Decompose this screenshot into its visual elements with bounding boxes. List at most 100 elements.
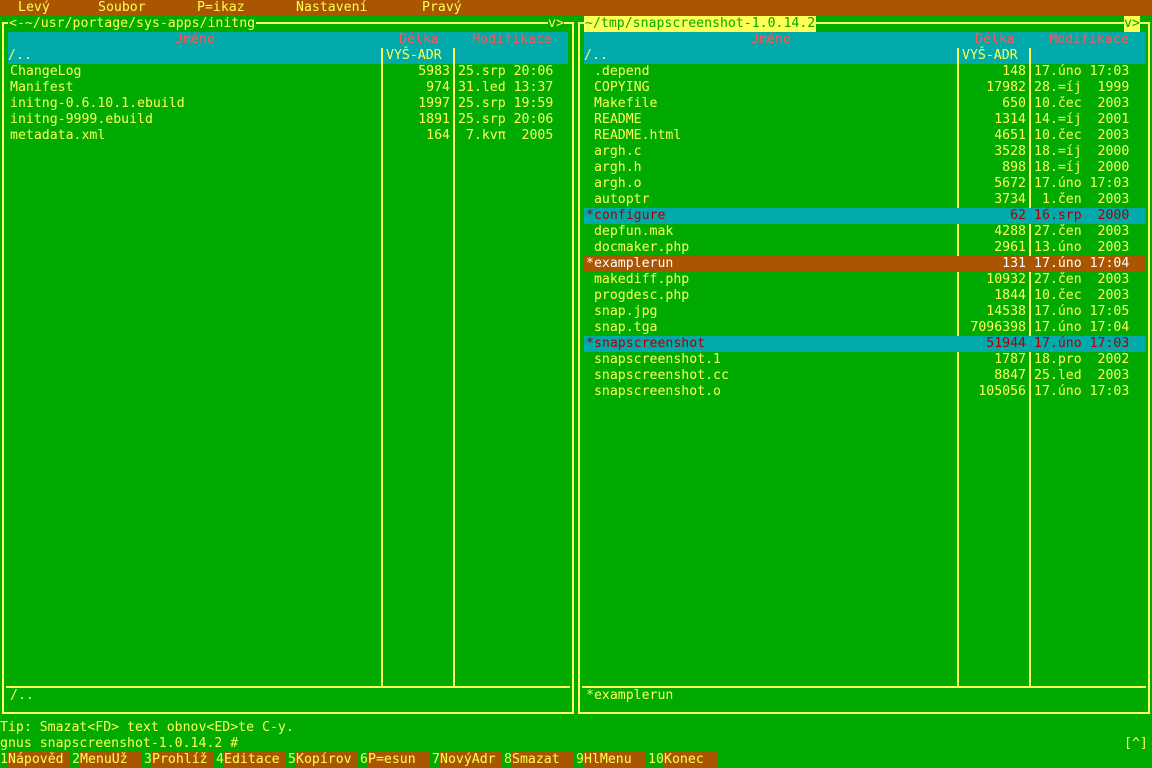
- file-size: 131: [1002, 256, 1026, 271]
- file-date: 18.=íj 2000: [1034, 160, 1130, 175]
- fkey-novýadr-button[interactable]: NovýAdr: [440, 752, 502, 768]
- file-size: 974: [426, 80, 450, 95]
- file-row[interactable]: snap.jpg 14538 17.úno 17:05: [584, 304, 1146, 320]
- menu-levy[interactable]: Levý: [18, 0, 50, 16]
- fkey-number: 5: [288, 752, 296, 768]
- file-name: snapscreenshot.o: [586, 384, 721, 399]
- file-row[interactable]: README 1314 14.=íj 2001: [584, 112, 1146, 128]
- file-name: snap.tga: [586, 320, 658, 335]
- fkey-editace-button[interactable]: Editace: [224, 752, 286, 768]
- right-panel-corner[interactable]: v>: [1124, 16, 1140, 32]
- command-prompt[interactable]: gnus snapscreenshot-1.0.14.2 #: [0, 736, 238, 752]
- left-status: /..: [10, 688, 34, 703]
- file-date: 25.srp 20:06: [458, 112, 554, 127]
- file-row[interactable]: COPYING 17982 28.=íj 1999: [584, 80, 1146, 96]
- file-row[interactable]: snapscreenshot.1 1787 18.pro 2002: [584, 352, 1146, 368]
- left-header-name[interactable]: Jméno: [8, 32, 382, 48]
- right-header-name[interactable]: Jméno: [584, 32, 958, 48]
- right-header-size[interactable]: Délka: [960, 32, 1030, 48]
- file-date: 14.=íj 2001: [1034, 112, 1130, 127]
- file-row[interactable]: metadata.xml 164 7.kvπ 2005: [8, 128, 568, 144]
- fkey-menuuž-button[interactable]: MenuUž: [80, 752, 142, 768]
- file-row[interactable]: Makefile 650 10.čec 2003: [584, 96, 1146, 112]
- left-header-modified[interactable]: Modifikace: [456, 32, 568, 48]
- file-row[interactable]: depfun.mak 4288 27.čen 2003: [584, 224, 1146, 240]
- fkey-smazat-button[interactable]: Smazat: [512, 752, 574, 768]
- fkey-number: 6: [360, 752, 368, 768]
- file-row[interactable]: snap.tga 7096398 17.úno 17:04: [584, 320, 1146, 336]
- fkey-number: 10: [648, 752, 664, 768]
- history-button[interactable]: [^]: [1124, 736, 1148, 752]
- file-row[interactable]: makediff.php 10932 27.čen 2003: [584, 272, 1146, 288]
- file-name: Makefile: [586, 96, 658, 111]
- file-date: 18.pro 2002: [1034, 352, 1130, 367]
- left-up-dir[interactable]: /..: [8, 48, 32, 64]
- menu-soubor[interactable]: Soubor: [98, 0, 146, 16]
- file-row[interactable]: snapscreenshot.cc 8847 25.led 2003: [584, 368, 1146, 384]
- file-date: 25.srp 19:59: [458, 96, 554, 111]
- file-date: 31.led 13:37: [458, 80, 554, 95]
- file-date: 7.kvπ 2005: [458, 128, 554, 143]
- file-date: 25.led 2003: [1034, 368, 1130, 383]
- file-row[interactable]: argh.o 5672 17.úno 17:03: [584, 176, 1146, 192]
- file-row[interactable]: initng-9999.ebuild 1891 25.srp 20:06: [8, 112, 568, 128]
- file-size: 62: [1010, 208, 1026, 223]
- file-date: 13.úno 2003: [1034, 240, 1130, 255]
- fkey-number: 8: [504, 752, 512, 768]
- right-panel-header: Jméno Délka Modifikace /.. VYŠ-ADR: [584, 32, 1146, 64]
- menu-nastaveni[interactable]: Nastavení: [296, 0, 367, 16]
- right-up-dir[interactable]: /..: [584, 48, 608, 64]
- file-name: autoptr: [586, 192, 650, 207]
- fkey-konec-button[interactable]: Konec: [664, 752, 718, 768]
- file-row[interactable]: Manifest 974 31.led 13:37: [8, 80, 568, 96]
- menu-prikaz[interactable]: P=ikaz: [197, 0, 245, 16]
- menu-pravy[interactable]: Pravý: [422, 0, 462, 16]
- file-row[interactable]: *examplerun 131 17.úno 17:04: [584, 256, 1146, 272]
- file-row[interactable]: docmaker.php 2961 13.úno 2003: [584, 240, 1146, 256]
- file-name: ChangeLog: [10, 64, 82, 79]
- right-file-list: .depend 148 17.úno 17:03 COPYING 17982 28.=í…: [584, 64, 1146, 400]
- file-size: 1787: [994, 352, 1026, 367]
- left-panel[interactable]: <-~/usr/portage/sys-apps/initng v> Jméno…: [0, 16, 576, 714]
- file-row[interactable]: *configure 62 16.srp 2000: [584, 208, 1146, 224]
- file-size: 3734: [994, 192, 1026, 207]
- file-row[interactable]: autoptr 3734 1.čen 2003: [584, 192, 1146, 208]
- file-size: 898: [1002, 160, 1026, 175]
- file-size: 5983: [418, 64, 450, 79]
- file-row[interactable]: initng-0.6.10.1.ebuild 1997 25.srp 19:59: [8, 96, 568, 112]
- left-panel-path[interactable]: <-~/usr/portage/sys-apps/initng: [8, 16, 257, 32]
- right-panel-path[interactable]: ~/tmp/snapscreenshot-1.0.14.2: [584, 16, 817, 32]
- file-date: 17.úno 17:05: [1034, 304, 1130, 319]
- right-panel[interactable]: ~/tmp/snapscreenshot-1.0.14.2 v> Jméno D…: [576, 16, 1152, 714]
- fkey-hlmenu-button[interactable]: HlMenu: [584, 752, 646, 768]
- file-size: 148: [1002, 64, 1026, 79]
- file-size: 51944: [986, 336, 1026, 351]
- fkey-number: 2: [72, 752, 80, 768]
- file-date: 17.úno 17:03: [1034, 176, 1130, 191]
- file-date: 27.čen 2003: [1034, 272, 1130, 287]
- file-row[interactable]: argh.h 898 18.=íj 2000: [584, 160, 1146, 176]
- left-header-size[interactable]: Délka: [384, 32, 454, 48]
- right-header-modified[interactable]: Modifikace: [1032, 32, 1146, 48]
- file-size: 4288: [994, 224, 1026, 239]
- file-row[interactable]: argh.c 3528 18.=íj 2000: [584, 144, 1146, 160]
- file-row[interactable]: snapscreenshot.o 105056 17.úno 17:03: [584, 384, 1146, 400]
- fkey-nápověd-button[interactable]: Nápověd: [8, 752, 70, 768]
- file-size: 105056: [978, 384, 1026, 399]
- file-row[interactable]: *snapscreenshot 51944 17.úno 17:03: [584, 336, 1146, 352]
- fkey-prohlíž-button[interactable]: Prohlíž: [152, 752, 214, 768]
- file-row[interactable]: progdesc.php 1844 10.čec 2003: [584, 288, 1146, 304]
- file-name: *examplerun: [586, 256, 674, 271]
- fkey-kopírov-button[interactable]: Kopírov: [296, 752, 358, 768]
- left-status-divider: [6, 686, 570, 688]
- file-row[interactable]: ChangeLog 5983 25.srp 20:06: [8, 64, 568, 80]
- fkey-přesun-button[interactable]: P=esun: [368, 752, 430, 768]
- file-row[interactable]: .depend 148 17.úno 17:03: [584, 64, 1146, 80]
- left-panel-corner[interactable]: v>: [548, 16, 564, 32]
- file-name: *snapscreenshot: [586, 336, 706, 351]
- fkey-number: 3: [144, 752, 152, 768]
- right-status: *examplerun: [586, 688, 674, 703]
- file-row[interactable]: README.html 4651 10.čec 2003: [584, 128, 1146, 144]
- file-date: 18.=íj 2000: [1034, 144, 1130, 159]
- file-size: 14538: [986, 304, 1026, 319]
